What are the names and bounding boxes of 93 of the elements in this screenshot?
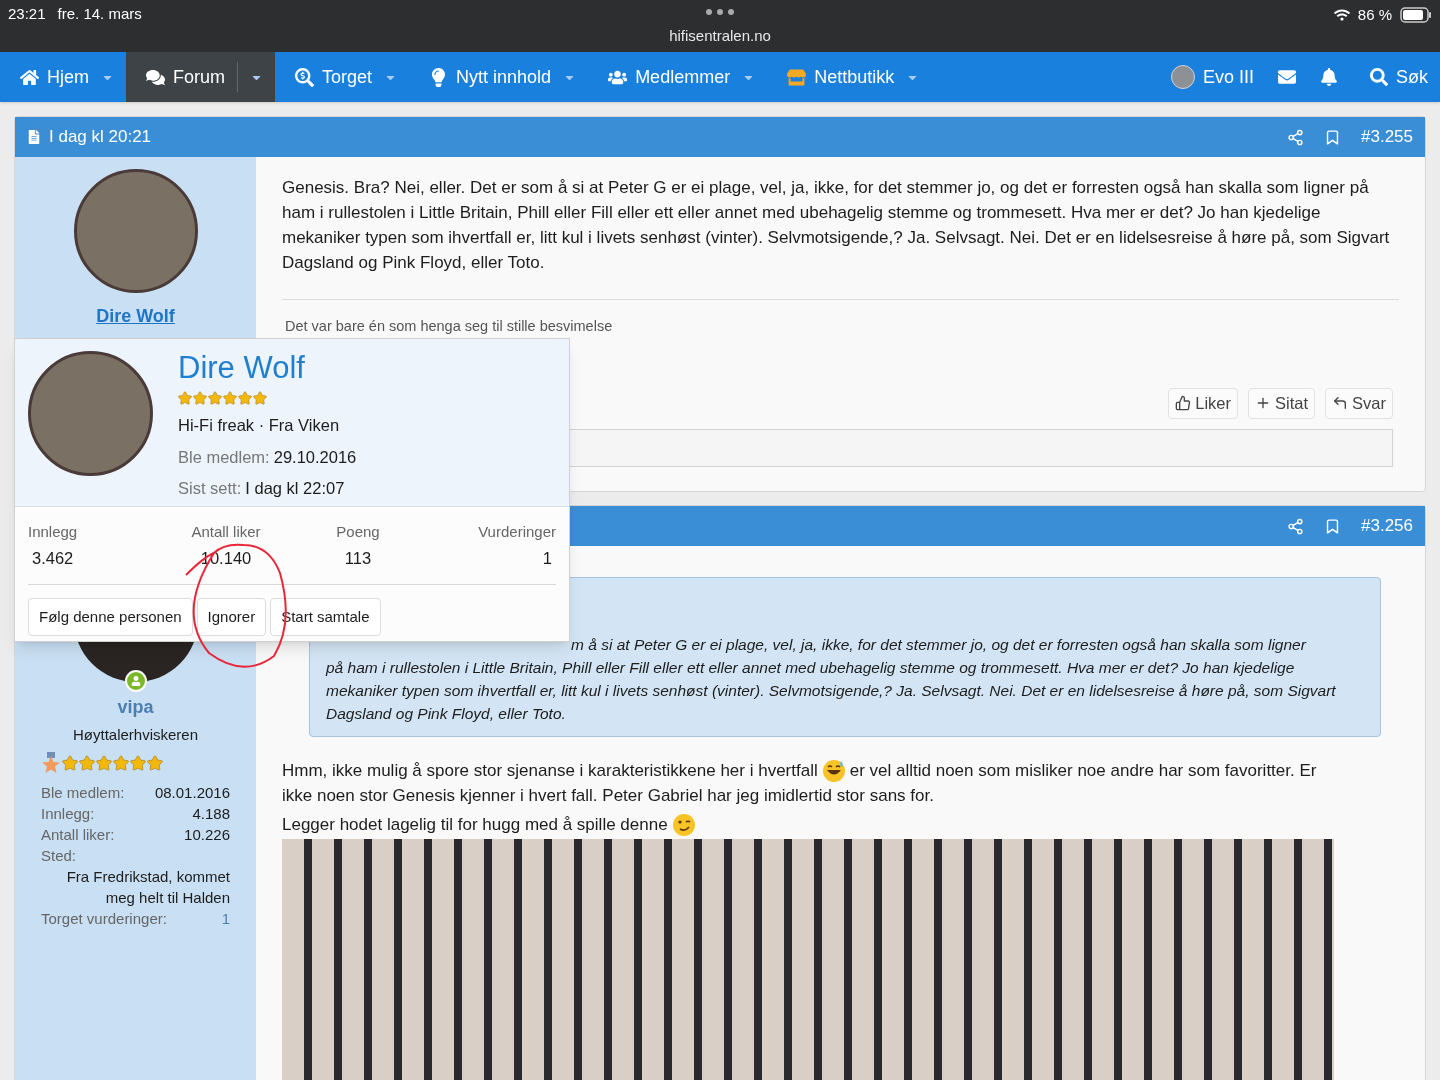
post-action-button[interactable]: Svar [1325, 387, 1393, 419]
medal-icon [41, 751, 61, 774]
battery-percent: 86 % [1357, 5, 1392, 25]
stat-label: Antall liker [191, 522, 261, 542]
stat-label: Poeng [336, 522, 380, 542]
nav-tab[interactable]: Forum [126, 52, 276, 102]
post-text: Legger hodet lagelig til for hugg med å spille denne [282, 814, 668, 836]
bell-icon[interactable] [1320, 68, 1338, 86]
grinning-sweat-emoji-icon [821, 758, 846, 783]
signature-text: Det var bare én som henga seg til stille besvimelse [284, 317, 614, 336]
status-time: 23:21 [8, 4, 46, 24]
nav-tab[interactable]: Nytt innhold [409, 52, 589, 102]
nav-tab-label[interactable]: Medlemmer [635, 63, 731, 91]
post-date[interactable]: I dag kl 20:21 [49, 124, 152, 150]
search-label[interactable]: Søk [1396, 63, 1428, 91]
stat-value: 08.01.2016 [154, 782, 230, 803]
stat-label: Ble medlem: [41, 782, 125, 803]
nav-tab-label[interactable]: Nettbutikk [814, 63, 895, 91]
post-action-button[interactable]: Sitat [1248, 387, 1316, 419]
post-number[interactable]: #3.255 [1361, 124, 1413, 150]
envelope-icon[interactable] [1278, 68, 1296, 86]
stat-label: Vurderinger [478, 522, 556, 542]
star-icon [62, 754, 78, 771]
nav-tab[interactable]: Medlemmer [588, 52, 768, 102]
stat-label: Sted: [41, 845, 78, 866]
post-text: Hmm, ikke mulig å spore stor sjenanse i karakteristikkene her i hvertfall [282, 760, 818, 782]
nav-tab-icon [787, 67, 807, 87]
nav-tab[interactable]: Nettbutikk [767, 52, 932, 102]
stat-label: Antall liker: [41, 824, 115, 845]
star-icon [253, 391, 267, 405]
nav-tab-icon [295, 67, 315, 87]
share-icon[interactable] [1287, 128, 1304, 146]
stat-value: Fra Fredrikstad, kommet meg helt til Halden [65, 866, 230, 908]
stat-value: 3.462 [31, 547, 75, 569]
quote-text: m å si at Peter G er ei plage, vel, ja, ikke, for det stemmer jo, og det er forresten også han skalla som ligner [570, 635, 1308, 655]
stat-label: Torget vurderinger: [41, 908, 167, 929]
star-icon [193, 391, 207, 405]
star-icon [96, 754, 112, 771]
nav-tab[interactable]: Torget [275, 52, 410, 102]
winking-emoji-icon [671, 812, 696, 837]
share-icon[interactable] [1287, 517, 1304, 535]
star-icon [178, 391, 192, 405]
post-number[interactable]: #3.256 [1361, 513, 1413, 539]
more-dots-icon[interactable] [705, 8, 735, 16]
last-seen-label: Sist sett: [178, 477, 242, 499]
post-text: ikke noen stor Genesis kjenner i hvert fall. Peter Gabriel har jeg imidlertid stor sans for. [282, 785, 934, 807]
bookmark-icon[interactable] [1324, 128, 1341, 146]
user-icon [130, 676, 141, 686]
reply-icon [1332, 395, 1349, 412]
stat-value: 10.226 [184, 824, 230, 845]
nav-tab-label[interactable]: Forum [173, 63, 226, 91]
url-text[interactable]: hifisentralen.no [669, 25, 771, 48]
stat-value: 1 [541, 547, 553, 569]
popup-action-button[interactable]: Ignorer [196, 598, 267, 637]
nav-tab[interactable]: Hjem [0, 52, 126, 102]
status-date: fre. 14. mars [57, 4, 142, 24]
user-name[interactable]: Evo III [1202, 63, 1254, 91]
star-icon [208, 391, 222, 405]
popup-user-name[interactable]: Dire Wolf [178, 351, 357, 385]
stat-value: 113 [343, 547, 373, 569]
quote-text: på ham i rullestolen i Little Britain, Phill eller Fill eller ett eller annet med ubehagelig stemme og trommesett. Hva mer er det? Jo han kjedelige mekaniker typen som ihvertfall er, litt kul i livets senhøst (vinter). Selvmotsigende,? Ja. Selvsagt. Nei. Det er en lidelsesreise å høre på, som Sigvart Dagsland og Pink Floyd, eller Toto. [326, 658, 1337, 724]
post-action-button[interactable]: Liker [1168, 387, 1239, 419]
nav-tab-icon [146, 67, 165, 87]
star-icon [223, 391, 237, 405]
user-avatar[interactable] [1170, 65, 1195, 89]
stat-label: Innlegg: [41, 803, 95, 824]
search-icon[interactable] [1370, 68, 1388, 86]
user-title: Høyttalerhviskeren [72, 725, 198, 745]
battery-icon [1400, 7, 1432, 24]
document-icon [27, 130, 41, 144]
joined-date: 29.10.2016 [273, 446, 357, 468]
star-icon [147, 754, 163, 771]
popup-action-button[interactable]: Følg denne personen [28, 598, 193, 637]
author-name-link[interactable]: vipa [117, 694, 154, 721]
nav-tab-icon [20, 67, 39, 87]
post-text: Genesis. Bra? Nei, eller. Det er som å si at Peter G er ei plage, vel, ja, ikke, for det stemmer jo, og det er forresten også han skalla som ligner på ham i rullestolen i Little Britain, Phill eller Fill eller ett eller annet med ubehagelig stemme og trommesett. Hva mer er det? Jo han kjedelige mekaniker typen som ihvertfall er, litt kul i livets senhøst (vinter). Selvmotsigende,? Ja. Selvsagt. Nei. Det er en lidelsesreise å høre på, som Sigvart Dagsland og Pink Floyd, eller Toto. [282, 177, 1391, 274]
joined-label: Ble medlem: [178, 446, 270, 468]
star-icon [130, 754, 146, 771]
stat-value-link[interactable]: 1 [221, 907, 230, 929]
user-title: Hi-Fi freak · Fra Viken [178, 415, 341, 436]
bookmark-icon[interactable] [1324, 517, 1341, 535]
nav-tab-label[interactable]: Torget [322, 63, 373, 91]
star-icon [79, 754, 95, 771]
stat-value: 4.188 [192, 803, 230, 824]
star-icon [238, 391, 252, 405]
nav-tab-label[interactable]: Nytt innhold [456, 63, 552, 91]
nav-tab-label[interactable]: Hjem [47, 63, 89, 91]
post-text: er vel alltid noen som misliker noe andre har som favoritter. Er [849, 760, 1317, 782]
thumbs-up-icon [1175, 395, 1192, 412]
stat-label: Innlegg [28, 522, 78, 542]
star-icon [113, 754, 129, 771]
author-name-link[interactable]: Dire Wolf [96, 303, 175, 330]
last-seen-value: I dag kl 22:07 [245, 477, 345, 499]
